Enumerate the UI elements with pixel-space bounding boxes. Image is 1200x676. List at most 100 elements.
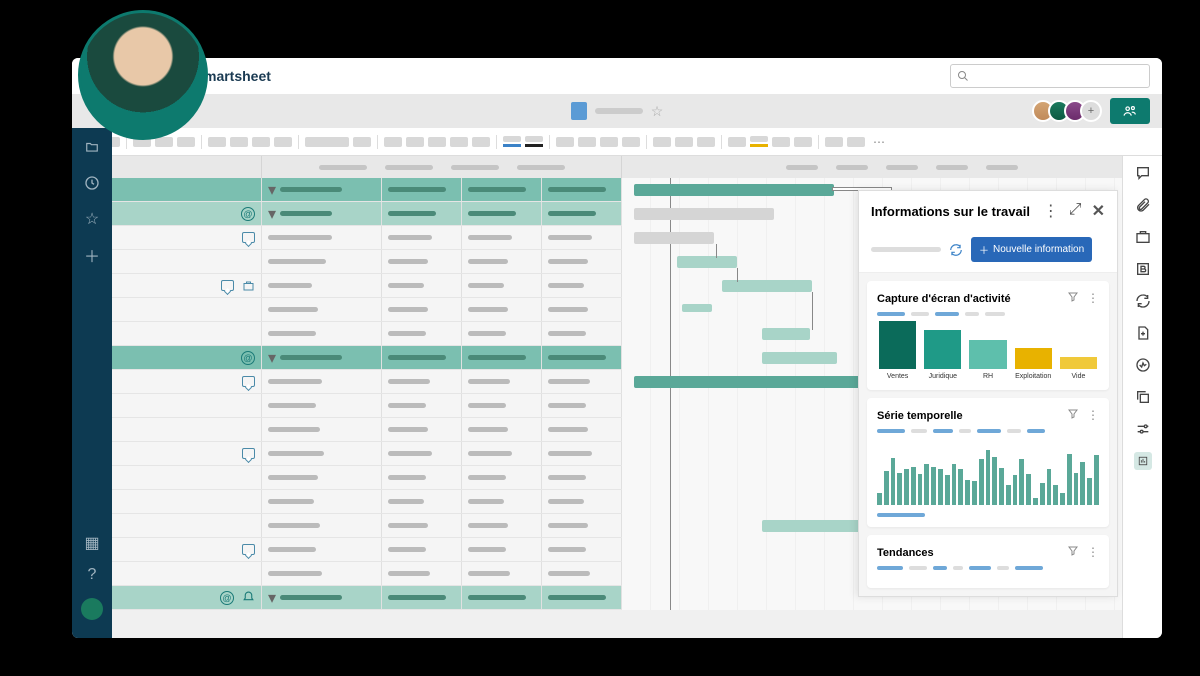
copy-icon[interactable] [1134, 388, 1152, 406]
avatar-more[interactable]: + [1080, 100, 1102, 122]
comment-icon[interactable] [242, 232, 255, 243]
bar-label: Juridique [929, 373, 957, 380]
comments-icon[interactable] [1134, 164, 1152, 182]
activity-bar-chart: VentesJuridiqueRHExploitationVide [877, 324, 1099, 380]
ts-bar [972, 481, 977, 505]
expand-icon[interactable]: ⤢ [1069, 201, 1082, 221]
toolbar-button[interactable] [208, 137, 226, 147]
close-icon[interactable]: ✕ [1092, 201, 1105, 221]
comment-icon[interactable] [221, 280, 234, 291]
toolbar-button[interactable] [252, 137, 270, 147]
toolbar-button[interactable] [428, 137, 446, 147]
comment-icon[interactable] [242, 448, 255, 459]
formatting-toolbar: ⋯ [72, 128, 1162, 156]
bar-label: Ventes [887, 373, 908, 380]
nav-recent-icon[interactable] [83, 174, 101, 192]
toolbar-button[interactable] [772, 137, 790, 147]
nav-favorite-icon[interactable]: ☆ [83, 210, 101, 228]
more-icon[interactable]: ⋮ [1043, 201, 1059, 221]
toolbar-button[interactable] [353, 137, 371, 147]
ts-bar [1026, 474, 1031, 505]
chevron-down-icon[interactable]: ▾ [268, 180, 276, 200]
titlebar: martsheet [72, 58, 1162, 94]
favorite-star-icon[interactable]: ☆ [651, 103, 664, 120]
toolbar-button[interactable] [578, 137, 596, 147]
toolbar-button[interactable] [794, 137, 812, 147]
ts-bar [884, 471, 889, 505]
toolbar-color-swatch[interactable] [525, 136, 543, 147]
briefcase-icon[interactable] [1134, 228, 1152, 246]
refresh-icon[interactable] [949, 243, 963, 257]
filter-icon[interactable] [1067, 291, 1079, 306]
toolbar-color-swatch[interactable] [750, 136, 768, 147]
nav-help-icon[interactable]: ? [83, 566, 101, 584]
chevron-down-icon[interactable]: ▾ [268, 348, 276, 368]
nav-apps-icon[interactable]: ▦ [83, 534, 101, 552]
insights-icon[interactable] [1134, 452, 1152, 470]
bold-box-icon[interactable] [1134, 260, 1152, 278]
nav-add-icon[interactable]: ＋ [83, 246, 101, 264]
toolbar-button[interactable] [406, 137, 424, 147]
document-add-icon[interactable] [1134, 324, 1152, 342]
toolbar-button[interactable] [556, 137, 574, 147]
bar-label: Vide [1071, 373, 1085, 380]
toolbar-button[interactable] [653, 137, 671, 147]
comment-icon[interactable] [242, 376, 255, 387]
collaborator-avatars[interactable]: + [1038, 100, 1102, 122]
sheet-title[interactable] [595, 108, 643, 114]
nav-folder-icon[interactable] [83, 138, 101, 156]
nav-user-avatar[interactable] [81, 598, 103, 620]
chart-bar: Vide [1060, 357, 1097, 380]
ts-bar [1033, 498, 1038, 505]
ts-bar [945, 475, 950, 505]
refresh-icon[interactable] [1134, 292, 1152, 310]
toolbar-button[interactable] [450, 137, 468, 147]
toolbar-button[interactable] [177, 137, 195, 147]
filter-icon[interactable] [1067, 545, 1079, 560]
chart-bar: Juridique [924, 330, 961, 380]
toolbar-button[interactable] [697, 137, 715, 147]
toolbar-button[interactable] [622, 137, 640, 147]
chevron-down-icon[interactable]: ▾ [268, 588, 276, 608]
chevron-down-icon[interactable]: ▾ [268, 204, 276, 224]
toolbar-button[interactable] [825, 137, 843, 147]
ts-bar [1013, 475, 1018, 505]
toolbar-color-swatch[interactable] [503, 136, 521, 147]
more-icon[interactable]: ⋮ [1087, 408, 1099, 423]
search-icon [957, 70, 969, 82]
toolbar-button[interactable] [305, 137, 349, 147]
ts-bar [958, 469, 963, 505]
activity-icon[interactable] [1134, 356, 1152, 374]
attachments-icon[interactable] [1134, 196, 1152, 214]
toolbar-button[interactable] [384, 137, 402, 147]
toolbar-button[interactable] [675, 137, 693, 147]
right-rail [1122, 156, 1162, 638]
ts-bar [891, 458, 896, 505]
toolbar-button[interactable] [847, 137, 865, 147]
toolbar-button[interactable] [230, 137, 248, 147]
share-button[interactable] [1110, 98, 1150, 124]
settings-sliders-icon[interactable] [1134, 420, 1152, 438]
toolbar-button[interactable] [472, 137, 490, 147]
insights-panel: Informations sur le travail ⋮ ⤢ ✕ ＋ Nouv… [858, 190, 1118, 597]
new-insight-label: Nouvelle information [993, 244, 1084, 255]
search-input[interactable] [950, 64, 1150, 88]
toolbar-button[interactable] [274, 137, 292, 147]
ts-bar [924, 464, 929, 505]
toolbar-button[interactable] [600, 137, 618, 147]
trends-card: Tendances ⋮ [867, 535, 1109, 588]
briefcase-icon [242, 280, 255, 292]
new-insight-button[interactable]: ＋ Nouvelle information [971, 237, 1092, 262]
toolbar-overflow-icon[interactable]: ⋯ [873, 135, 885, 149]
card-title: Capture d'écran d'activité [877, 293, 1067, 305]
ts-bar [1074, 473, 1079, 505]
toolbar-button[interactable] [728, 137, 746, 147]
ts-bar [992, 457, 997, 505]
more-icon[interactable]: ⋮ [1087, 291, 1099, 306]
ts-bar [1094, 455, 1099, 505]
timeline-header [112, 156, 1162, 178]
more-icon[interactable]: ⋮ [1087, 545, 1099, 560]
comment-icon[interactable] [242, 544, 255, 555]
filter-icon[interactable] [1067, 408, 1079, 423]
ts-bar [979, 459, 984, 505]
